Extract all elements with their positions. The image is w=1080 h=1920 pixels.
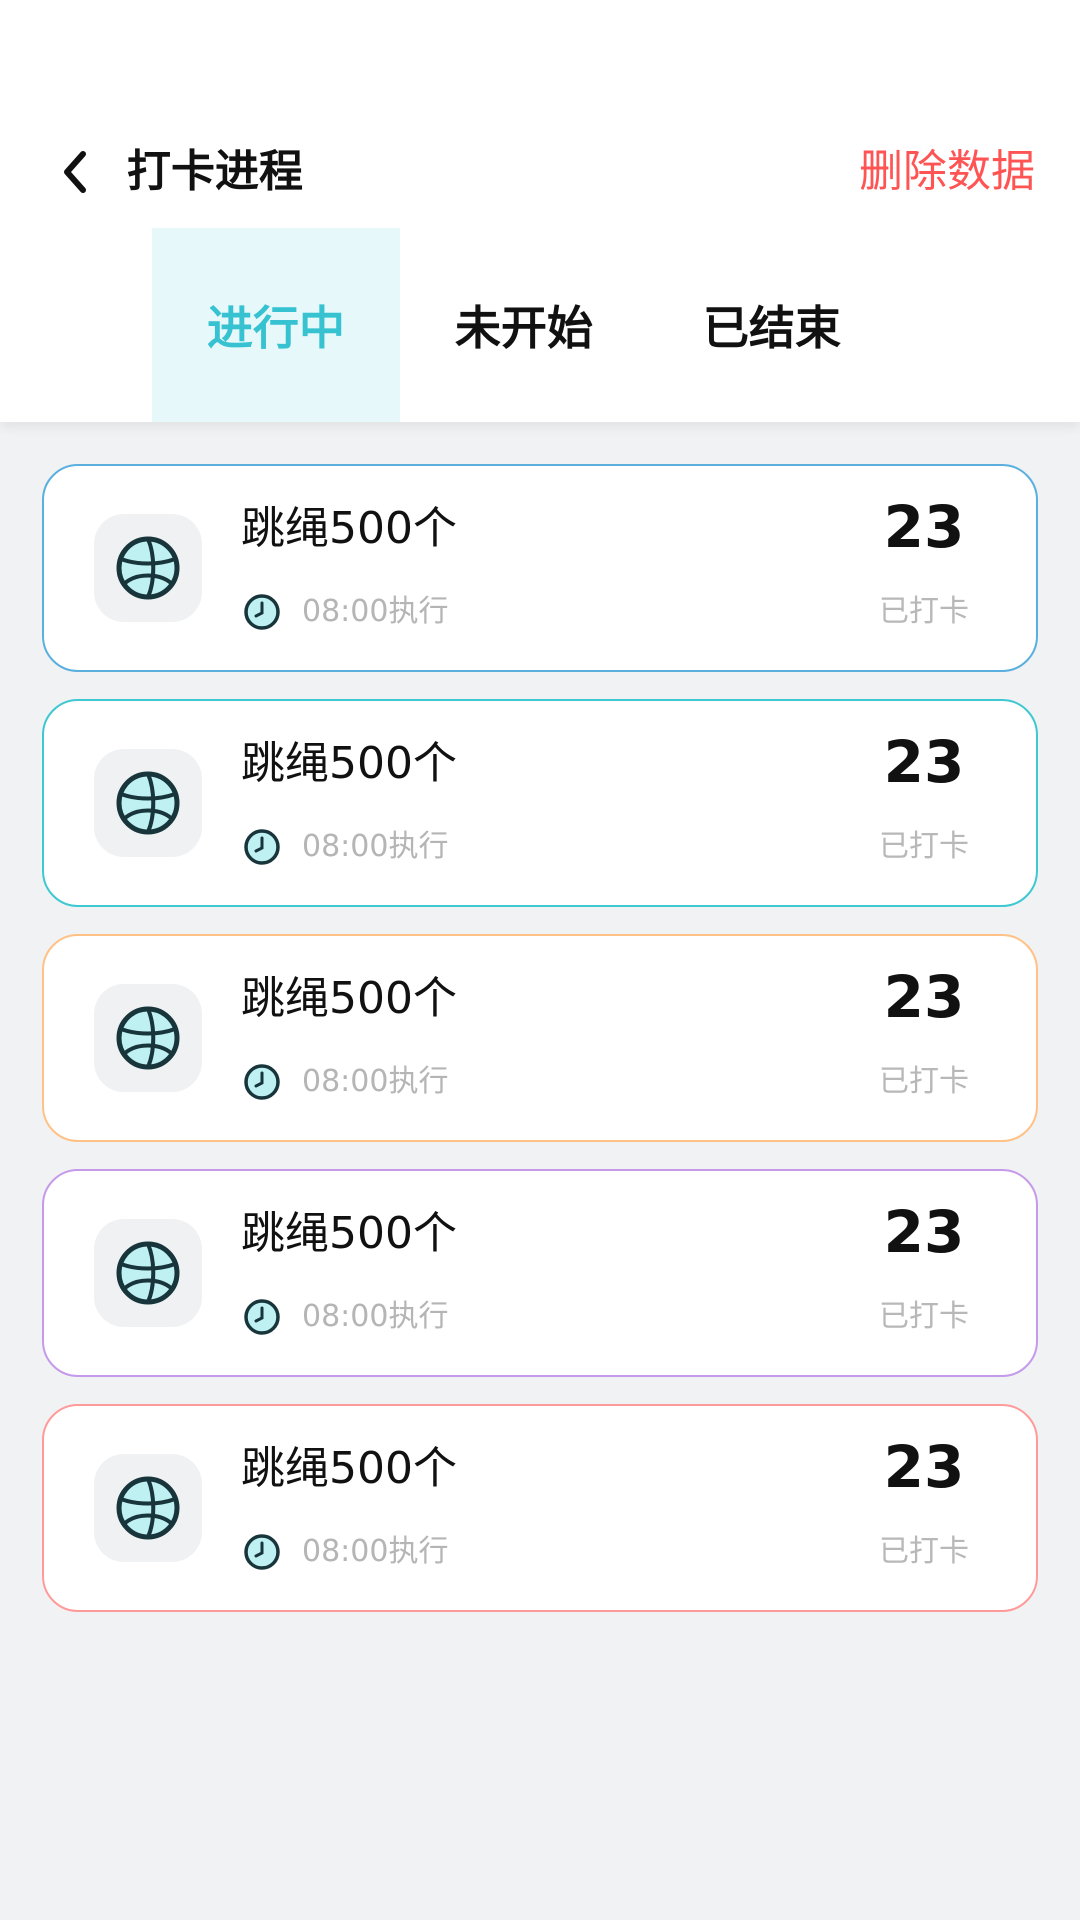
task-list: 跳绳500个 08:00执行 23 已打卡 跳绳500个 08:00执行 23 …: [42, 464, 1038, 1639]
checkin-count: 23: [883, 1198, 965, 1266]
task-icon-box: [94, 984, 202, 1092]
task-name: 跳绳500个: [241, 973, 457, 1024]
chevron-left-icon: [64, 151, 86, 193]
back-button[interactable]: [52, 150, 96, 194]
basketball-icon: [116, 1006, 180, 1070]
tab-bar: 进行中 未开始 已结束: [152, 228, 896, 422]
checkin-status: 已打卡: [879, 1064, 969, 1099]
clock-icon: [244, 594, 280, 630]
task-card[interactable]: 跳绳500个 08:00执行 23 已打卡: [42, 699, 1038, 907]
basketball-icon: [116, 1241, 180, 1305]
task-card[interactable]: 跳绳500个 08:00执行 23 已打卡: [42, 464, 1038, 672]
task-time: 08:00执行: [302, 1064, 449, 1099]
task-time: 08:00执行: [302, 1534, 449, 1569]
task-name: 跳绳500个: [241, 738, 457, 789]
tab-in-progress[interactable]: 进行中: [152, 228, 400, 422]
page-title: 打卡进程: [127, 146, 303, 197]
task-name: 跳绳500个: [241, 503, 457, 554]
checkin-count: 23: [883, 493, 965, 561]
clock-icon: [244, 1064, 280, 1100]
task-card[interactable]: 跳绳500个 08:00执行 23 已打卡: [42, 1169, 1038, 1377]
basketball-icon: [116, 1476, 180, 1540]
checkin-count: 23: [883, 728, 965, 796]
tab-ended[interactable]: 已结束: [648, 228, 896, 422]
delete-data-button[interactable]: 删除数据: [859, 142, 1035, 202]
task-icon-box: [94, 1454, 202, 1562]
task-card[interactable]: 跳绳500个 08:00执行 23 已打卡: [42, 934, 1038, 1142]
task-icon-box: [94, 514, 202, 622]
top-bar: 打卡进程 删除数据 进行中 未开始 已结束: [0, 0, 1080, 422]
basketball-icon: [116, 536, 180, 600]
checkin-status: 已打卡: [879, 1299, 969, 1334]
task-time: 08:00执行: [302, 1299, 449, 1334]
task-time: 08:00执行: [302, 594, 449, 629]
clock-icon: [244, 829, 280, 865]
checkin-status: 已打卡: [879, 1534, 969, 1569]
task-icon-box: [94, 749, 202, 857]
checkin-count: 23: [883, 963, 965, 1031]
task-name: 跳绳500个: [241, 1443, 457, 1494]
checkin-status: 已打卡: [879, 829, 969, 864]
task-card[interactable]: 跳绳500个 08:00执行 23 已打卡: [42, 1404, 1038, 1612]
checkin-count: 23: [883, 1433, 965, 1501]
tab-not-started[interactable]: 未开始: [400, 228, 648, 422]
basketball-icon: [116, 771, 180, 835]
checkin-status: 已打卡: [879, 594, 969, 629]
task-icon-box: [94, 1219, 202, 1327]
clock-icon: [244, 1534, 280, 1570]
task-time: 08:00执行: [302, 829, 449, 864]
clock-icon: [244, 1299, 280, 1335]
task-name: 跳绳500个: [241, 1208, 457, 1259]
